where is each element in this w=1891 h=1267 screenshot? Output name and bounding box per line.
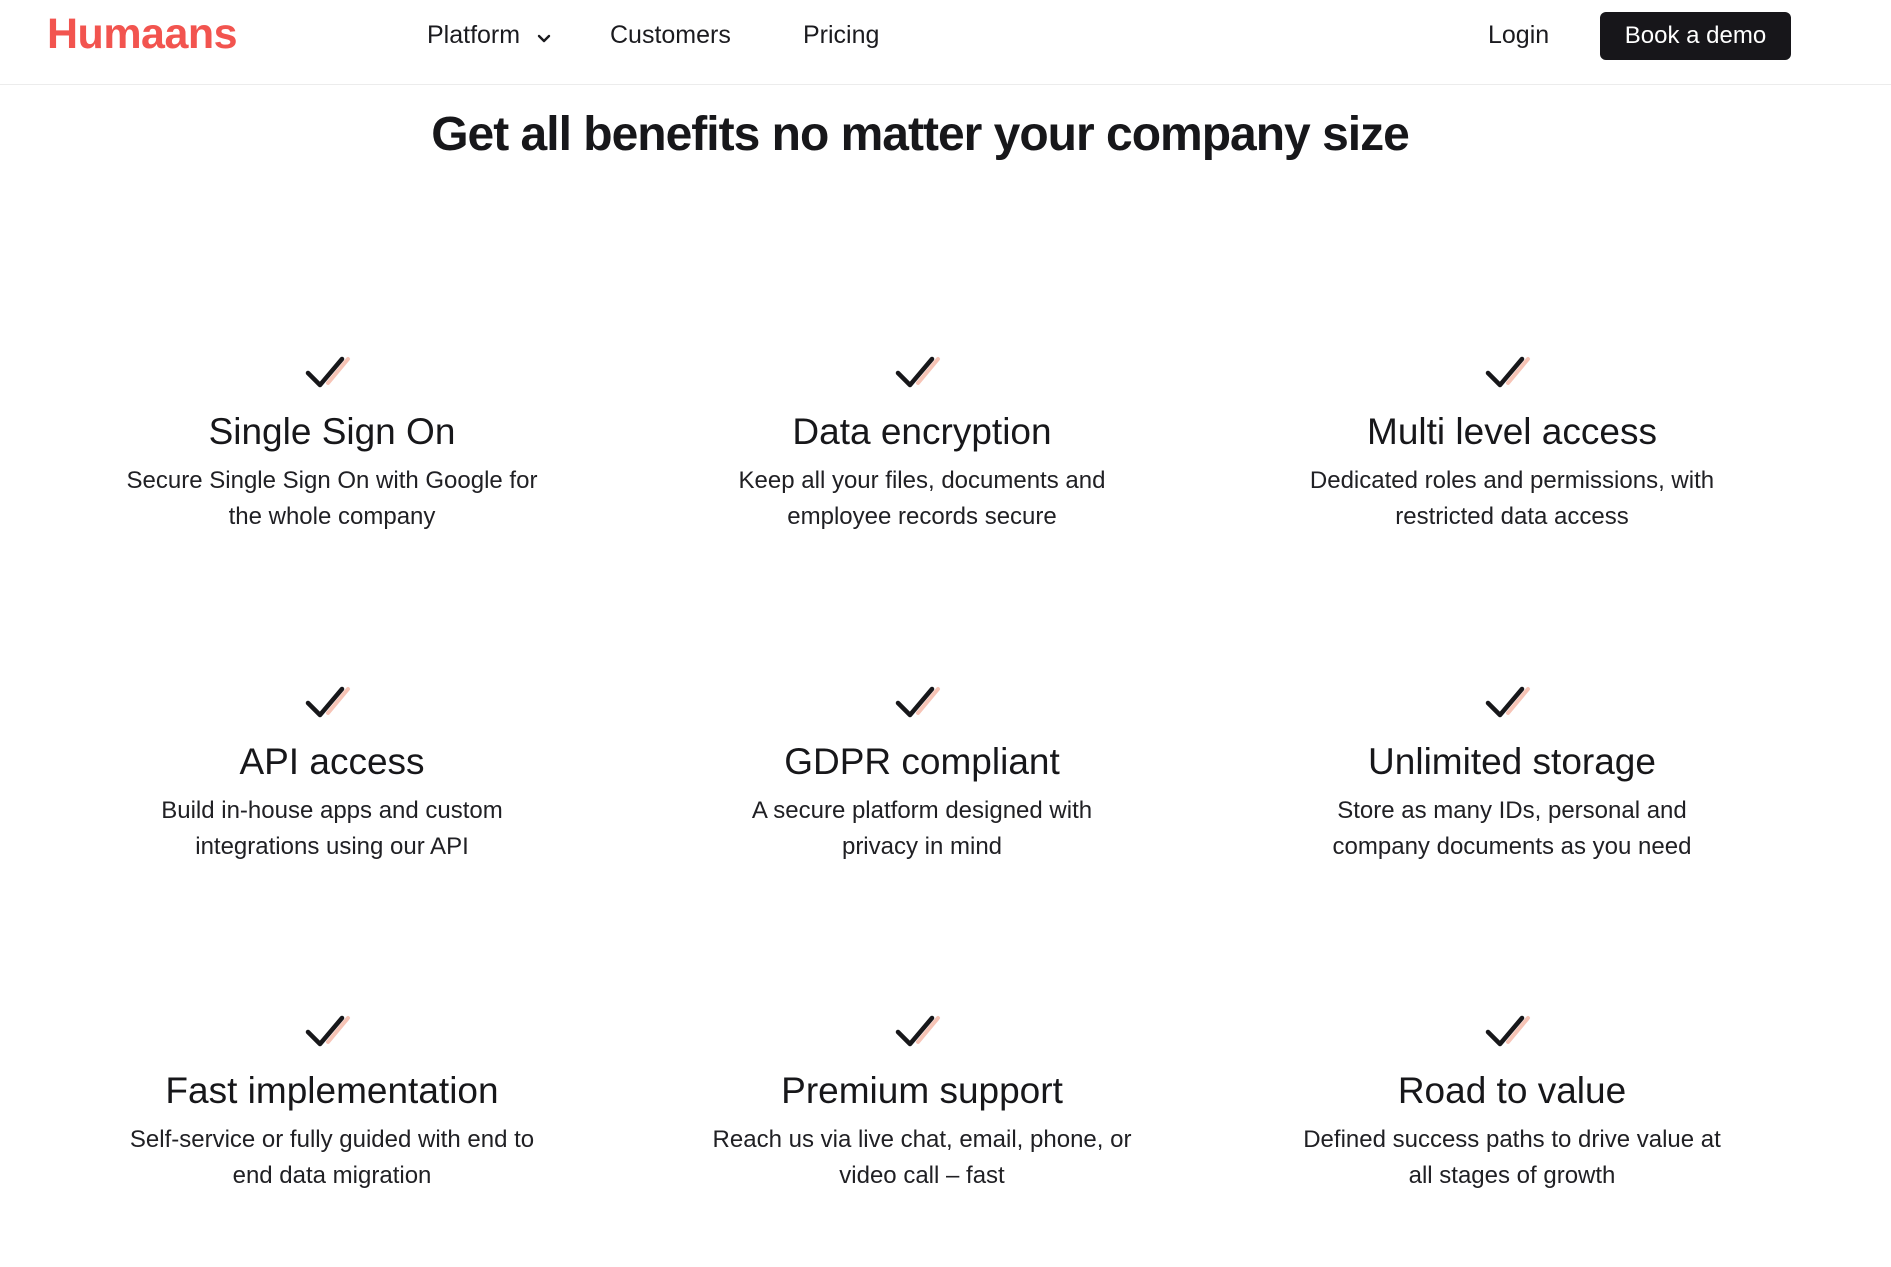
feature-description: A secure platform designed with privacy …: [751, 797, 1093, 860]
feature-title: Unlimited storage: [1368, 741, 1656, 782]
checkmark-icon: [895, 1015, 940, 1047]
checkmark-icon: [1485, 1015, 1530, 1047]
feature-description: Dedicated roles and permissions, with re…: [1309, 467, 1715, 530]
feature-card-premium-support: Premium support Reach us via live chat, …: [642, 1012, 1202, 1194]
feature-card-gdpr-compliant: GDPR compliant A secure platform designe…: [642, 683, 1202, 865]
nav-customers[interactable]: Customers: [610, 20, 731, 50]
feature-card-api-access: API access Build in-house apps and custo…: [52, 683, 612, 865]
feature-card-fast-implementation: Fast implementation Self-service or full…: [52, 1012, 612, 1194]
feature-description: Build in-house apps and custom integrati…: [161, 797, 503, 860]
feature-description: Store as many IDs, personal and company …: [1332, 797, 1692, 860]
feature-description: Defined success paths to drive value at …: [1303, 1126, 1721, 1189]
feature-title: Fast implementation: [165, 1070, 499, 1111]
feature-title: Multi level access: [1367, 411, 1657, 452]
nav-platform-label: Platform: [427, 21, 521, 49]
feature-title: Data encryption: [792, 411, 1052, 452]
checkmark-icon: [895, 356, 940, 388]
humaans-logo[interactable]: Humaans: [47, 8, 238, 60]
checkmark-icon: [305, 356, 350, 388]
feature-title: Road to value: [1397, 1070, 1627, 1111]
feature-card-data-encryption: Data encryption Keep all your files, doc…: [642, 353, 1202, 535]
feature-title: API access: [239, 741, 425, 782]
chevron-down-icon: [537, 21, 551, 51]
feature-card-unlimited-storage: Unlimited storage Store as many IDs, per…: [1232, 683, 1792, 865]
feature-description: Self-service or fully guided with end to…: [129, 1126, 535, 1189]
feature-description: Reach us via live chat, email, phone, or…: [712, 1126, 1132, 1189]
feature-card-road-to-value: Road to value Defined success paths to d…: [1232, 1012, 1792, 1194]
feature-card-multi-level-access: Multi level access Dedicated roles and p…: [1232, 353, 1792, 535]
checkmark-icon: [1485, 356, 1530, 388]
nav-pricing[interactable]: Pricing: [803, 20, 879, 50]
nav-platform[interactable]: Platform: [427, 20, 551, 51]
checkmark-icon: [305, 1015, 350, 1047]
login-link[interactable]: Login: [1488, 20, 1549, 50]
checkmark-icon: [305, 686, 350, 718]
feature-title: GDPR compliant: [784, 741, 1060, 782]
checkmark-icon: [895, 686, 940, 718]
book-demo-button[interactable]: Book a demo: [1600, 12, 1791, 60]
feature-description: Keep all your files, documents and emplo…: [738, 467, 1106, 530]
page-title: Get all benefits no matter your company …: [431, 108, 1410, 161]
feature-card-single-sign-on: Single Sign On Secure Single Sign On wit…: [52, 353, 612, 535]
feature-title: Single Sign On: [208, 411, 456, 452]
checkmark-icon: [1485, 686, 1530, 718]
feature-description: Secure Single Sign On with Google for th…: [126, 467, 538, 530]
site-header: Humaans Platform Customers Pricing Login…: [0, 0, 1891, 85]
feature-title: Premium support: [781, 1070, 1063, 1111]
